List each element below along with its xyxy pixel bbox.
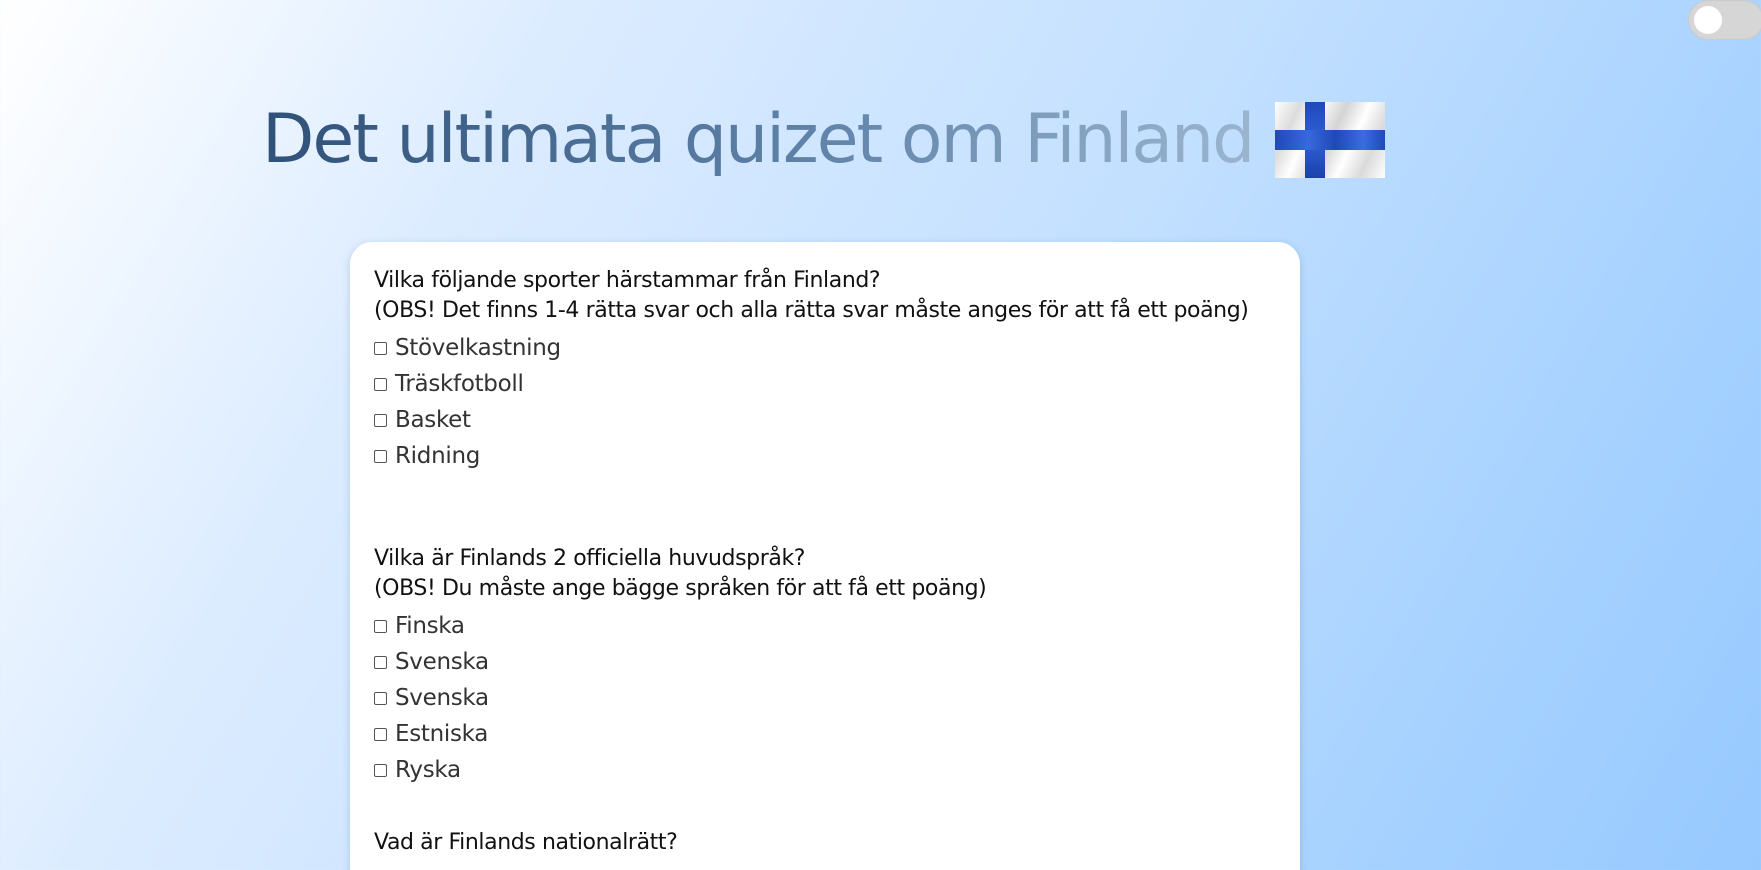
quiz-card: Vilka följande sporter härstammar från F… <box>350 242 1300 870</box>
question-note: (OBS! Det finns 1-4 rätta svar och alla … <box>374 298 1249 323</box>
question-3: Vad är Finlands nationalrätt? <box>374 828 1274 858</box>
option-svenska-2[interactable]: Svenska <box>374 680 1274 716</box>
toggle-knob <box>1694 6 1722 34</box>
checkbox[interactable] <box>374 377 387 391</box>
option-estniska[interactable]: Estniska <box>374 716 1274 752</box>
option-label: Finska <box>395 613 465 639</box>
checkbox[interactable] <box>374 341 387 355</box>
checkbox[interactable] <box>374 691 387 705</box>
header: Det ultimata quizet om Finland <box>262 92 1386 187</box>
checkbox[interactable] <box>374 655 387 669</box>
page-title: Det ultimata quizet om Finland <box>262 92 1255 187</box>
checkbox[interactable] <box>374 619 387 633</box>
option-label: Svenska <box>395 649 489 675</box>
option-label: Ridning <box>395 443 481 469</box>
option-basket[interactable]: Basket <box>374 402 1274 438</box>
option-label: Basket <box>395 407 471 433</box>
option-label: Estniska <box>395 721 489 747</box>
question-note: (OBS! Du måste ange bägge språken för at… <box>374 576 987 601</box>
checkbox[interactable] <box>374 727 387 741</box>
question-text: Vad är Finlands nationalrätt? <box>374 830 678 855</box>
checkbox[interactable] <box>374 763 387 777</box>
option-svenska[interactable]: Svenska <box>374 644 1274 680</box>
checkbox[interactable] <box>374 449 387 463</box>
option-label: Träskfotboll <box>395 371 524 397</box>
option-label: Ryska <box>395 757 461 783</box>
option-label: Stövelkastning <box>395 335 561 361</box>
option-stovelkastning[interactable]: Stövelkastning <box>374 330 1274 366</box>
question-text: Vilka följande sporter härstammar från F… <box>374 268 881 293</box>
option-label: Svenska <box>395 685 489 711</box>
theme-toggle[interactable] <box>1688 0 1761 40</box>
question-text: Vilka är Finlands 2 officiella huvudsprå… <box>374 546 806 571</box>
question-2: Vilka är Finlands 2 officiella huvudsprå… <box>374 544 1274 788</box>
option-ryska[interactable]: Ryska <box>374 752 1274 788</box>
question-1: Vilka följande sporter härstammar från F… <box>374 266 1274 474</box>
option-finska[interactable]: Finska <box>374 608 1274 644</box>
checkbox[interactable] <box>374 413 387 427</box>
option-traskfotboll[interactable]: Träskfotboll <box>374 366 1274 402</box>
finland-flag-icon <box>1275 101 1386 178</box>
option-ridning[interactable]: Ridning <box>374 438 1274 474</box>
